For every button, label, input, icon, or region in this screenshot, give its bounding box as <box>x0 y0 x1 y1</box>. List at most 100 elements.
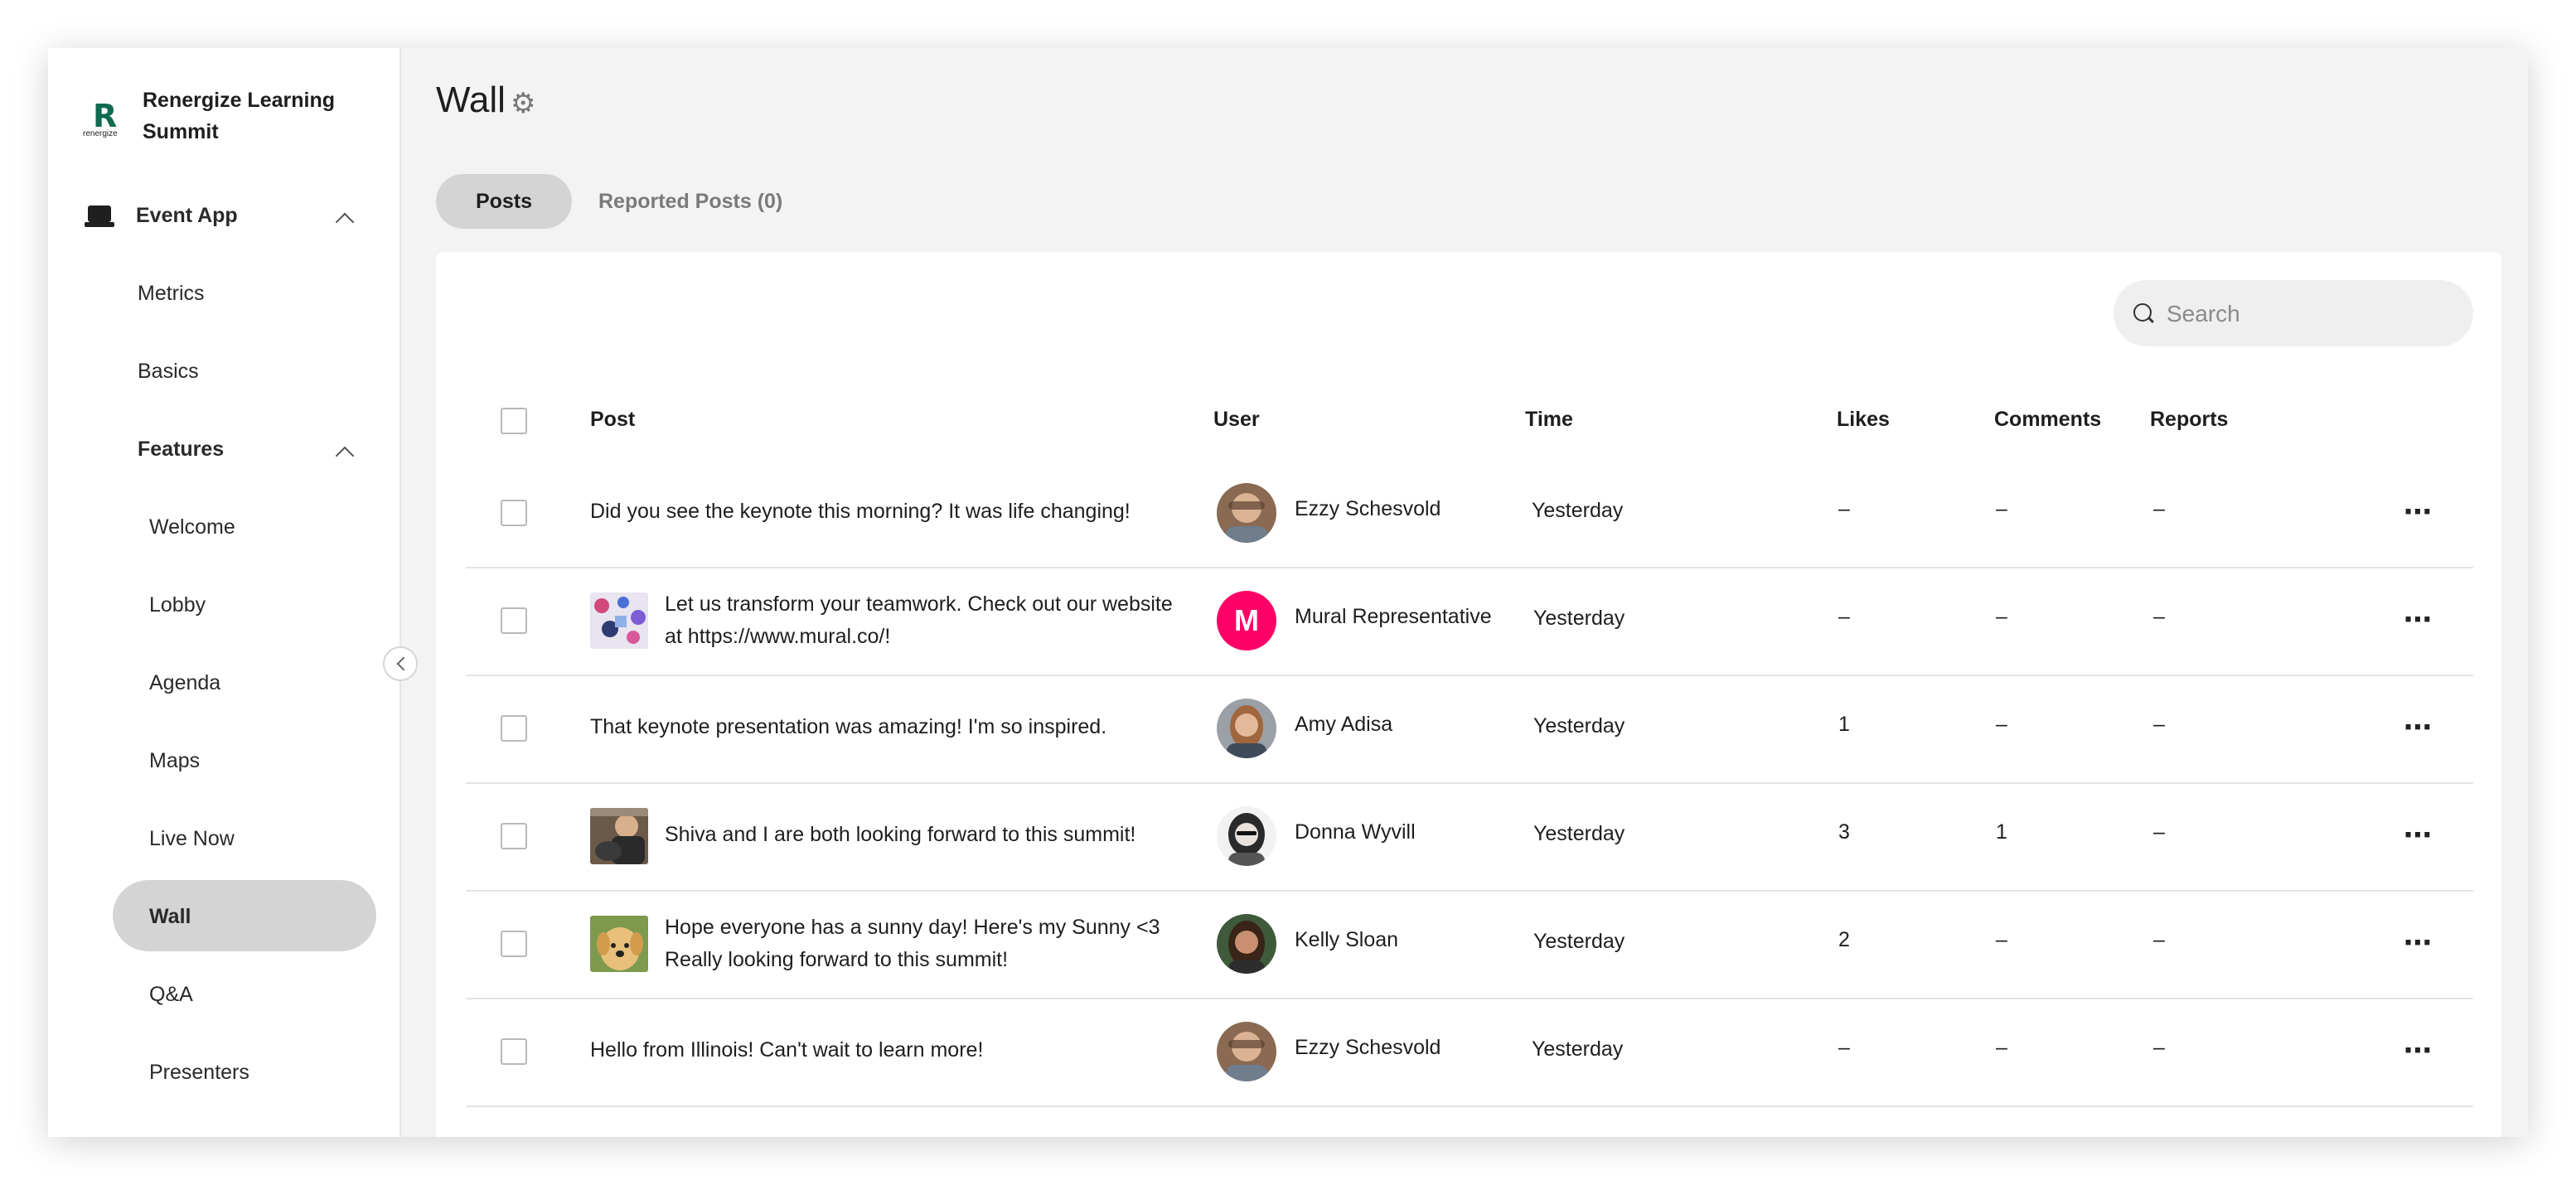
reports-count: – <box>2153 605 2165 628</box>
more-options-icon[interactable]: ⋯ <box>2404 819 2433 852</box>
brand-logo: R renergize <box>83 93 129 139</box>
reports-count: – <box>2153 928 2165 951</box>
table-row[interactable]: Hope everyone has a sunny day! Here's my… <box>466 890 2473 999</box>
comments-count: 1 <box>1996 820 2007 844</box>
user-name: Donna Wyvill <box>1295 820 1416 844</box>
avatar <box>1217 1022 1276 1081</box>
sidebar-item-lobby[interactable]: Lobby <box>149 593 206 617</box>
search-input[interactable] <box>2165 280 2458 348</box>
column-header-user[interactable]: User <box>1213 408 1260 432</box>
chevron-up-icon[interactable] <box>335 446 355 466</box>
post-time: Yesterday <box>1533 607 1625 630</box>
post-time: Yesterday <box>1533 822 1625 845</box>
sidebar: R renergize Renergize Learning Summit Ev… <box>48 48 401 1137</box>
user-name: Amy Adisa <box>1295 713 1393 736</box>
avatar-letter: M <box>1234 603 1259 637</box>
user-name: Ezzy Schesvold <box>1295 1036 1441 1059</box>
avatar <box>1217 699 1276 758</box>
avatar: M <box>1217 591 1276 651</box>
sidebar-item-features[interactable]: Features <box>138 438 224 462</box>
reports-count: – <box>2153 1036 2165 1059</box>
app-window: R renergize Renergize Learning Summit Ev… <box>48 48 2528 1137</box>
post-text: Did you see the keynote this morning? It… <box>590 500 1131 523</box>
post-text-line: Let us transform your teamwork. Check ou… <box>665 592 1173 616</box>
reports-count: – <box>2153 713 2165 736</box>
column-header-post[interactable]: Post <box>590 408 635 432</box>
post-text: Shiva and I are both looking forward to … <box>665 823 1136 846</box>
search-box[interactable] <box>2114 280 2473 348</box>
likes-count: 1 <box>1838 713 1850 736</box>
row-checkbox[interactable] <box>501 715 527 742</box>
table-row[interactable]: Shiva and I are both looking forward to … <box>466 782 2473 892</box>
reports-count: – <box>2153 497 2165 520</box>
table-row[interactable]: Did you see the keynote this morning? It… <box>466 459 2473 568</box>
sidebar-item-qa[interactable]: Q&A <box>149 983 193 1007</box>
table-row[interactable]: Hello from Illinois! Can't wait to learn… <box>466 998 2473 1107</box>
likes-count: 3 <box>1838 820 1850 844</box>
more-options-icon[interactable]: ⋯ <box>2404 926 2433 960</box>
more-options-icon[interactable]: ⋯ <box>2404 603 2433 636</box>
post-time: Yesterday <box>1533 930 1625 953</box>
column-header-reports[interactable]: Reports <box>2150 408 2228 432</box>
tab-posts[interactable]: Posts <box>436 174 572 229</box>
comments-count: – <box>1996 497 2007 520</box>
chevron-left-icon <box>396 656 411 671</box>
comments-count: – <box>1996 928 2007 951</box>
post-image-thumbnail[interactable] <box>590 808 648 864</box>
sidebar-item-basics[interactable]: Basics <box>138 360 199 384</box>
collapse-sidebar-button[interactable] <box>383 646 418 681</box>
reports-count: – <box>2153 820 2165 844</box>
sidebar-item-event-app[interactable]: Event App <box>85 204 238 228</box>
page-title: Wall <box>436 80 506 120</box>
post-text-line: Really looking forward to this summit! <box>665 948 1009 971</box>
brand[interactable]: R renergize Renergize Learning Summit <box>83 85 358 148</box>
user-name: Mural Representative <box>1295 605 1492 628</box>
sidebar-item-presenters[interactable]: Presenters <box>149 1061 249 1085</box>
row-checkbox[interactable] <box>501 1038 527 1065</box>
post-image-thumbnail[interactable] <box>590 916 648 972</box>
more-options-icon[interactable]: ⋯ <box>2404 1034 2433 1067</box>
post-time: Yesterday <box>1533 714 1625 738</box>
comments-count: – <box>1996 1036 2007 1059</box>
comments-count: – <box>1996 605 2007 628</box>
more-options-icon[interactable]: ⋯ <box>2404 496 2433 529</box>
post-time: Yesterday <box>1532 499 1624 522</box>
row-checkbox[interactable] <box>501 931 527 957</box>
chevron-up-icon[interactable] <box>335 212 355 232</box>
user-name: Ezzy Schesvold <box>1295 497 1441 520</box>
sidebar-item-live-now[interactable]: Live Now <box>149 827 235 851</box>
posts-card: Post User Time Likes Comments Reports Di… <box>436 252 2501 1137</box>
likes-count: – <box>1838 1036 1850 1059</box>
post-text: Let us transform your teamwork. Check ou… <box>665 588 1173 653</box>
post-image-thumbnail[interactable] <box>590 592 648 649</box>
gear-icon[interactable]: ⚙ <box>511 89 539 118</box>
likes-count: – <box>1838 605 1850 628</box>
row-checkbox[interactable] <box>501 607 527 634</box>
more-options-icon[interactable]: ⋯ <box>2404 711 2433 744</box>
user-name: Kelly Sloan <box>1295 928 1399 951</box>
comments-count: – <box>1996 713 2007 736</box>
sidebar-item-wall[interactable]: Wall <box>149 905 191 929</box>
select-all-checkbox[interactable] <box>501 408 527 434</box>
post-text: Hope everyone has a sunny day! Here's my… <box>665 912 1160 976</box>
column-header-likes[interactable]: Likes <box>1837 408 1890 432</box>
post-text: That keynote presentation was amazing! I… <box>590 715 1107 738</box>
avatar <box>1217 806 1276 866</box>
post-time: Yesterday <box>1532 1037 1624 1061</box>
brand-logo-word: renergize <box>83 129 118 138</box>
likes-count: – <box>1838 497 1850 520</box>
sidebar-item-metrics[interactable]: Metrics <box>138 282 205 306</box>
sidebar-item-agenda[interactable]: Agenda <box>149 671 220 695</box>
table-row[interactable]: Let us transform your teamwork. Check ou… <box>466 567 2473 676</box>
sidebar-item-welcome[interactable]: Welcome <box>149 515 235 539</box>
brand-name: Renergize Learning Summit <box>143 89 335 143</box>
column-header-comments[interactable]: Comments <box>1994 408 2101 432</box>
post-text-line: Hope everyone has a sunny day! Here's my… <box>665 916 1160 939</box>
sidebar-item-maps[interactable]: Maps <box>149 749 200 773</box>
table-row[interactable]: That keynote presentation was amazing! I… <box>466 675 2473 784</box>
row-checkbox[interactable] <box>501 823 527 849</box>
column-header-time[interactable]: Time <box>1525 408 1573 432</box>
post-text-line: at https://www.mural.co/! <box>665 625 891 648</box>
tab-reported-posts[interactable]: Reported Posts (0) <box>598 174 782 229</box>
row-checkbox[interactable] <box>501 500 527 526</box>
